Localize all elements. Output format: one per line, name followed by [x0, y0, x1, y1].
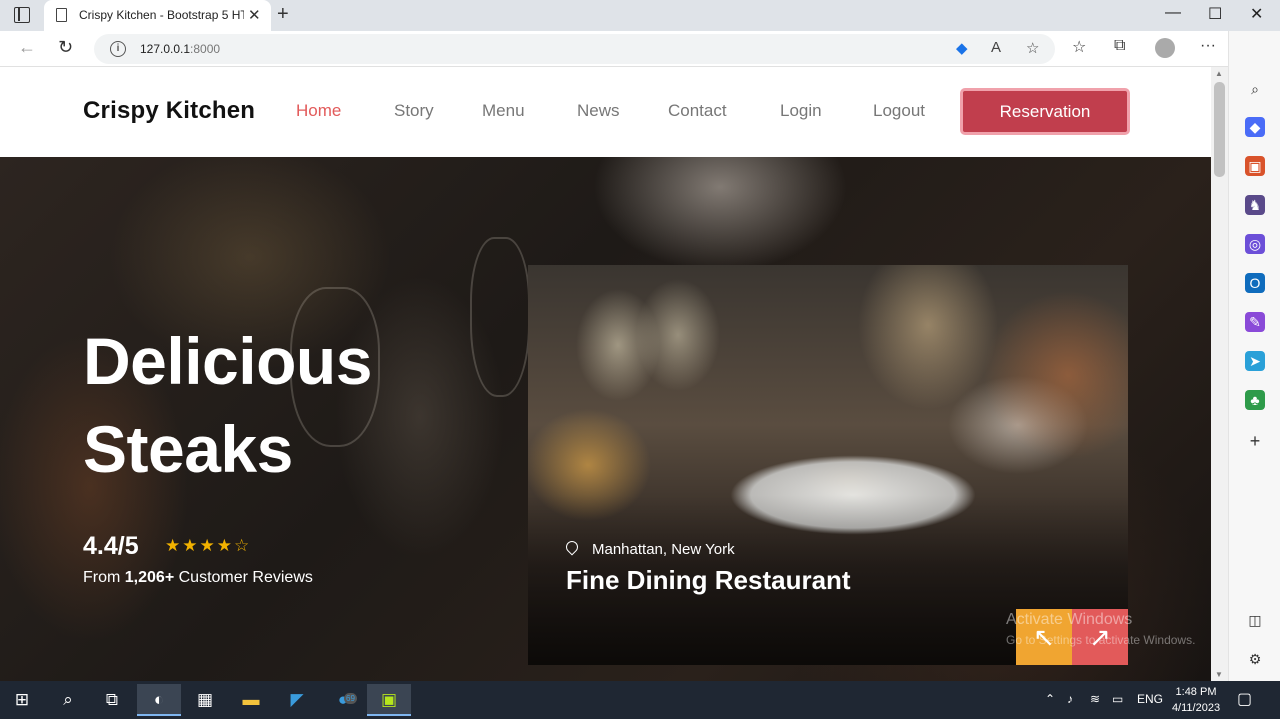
read-aloud-icon[interactable]: A: [991, 39, 1001, 56]
nav-menu[interactable]: Menu: [482, 101, 525, 121]
send-icon[interactable]: ➤: [1245, 351, 1265, 371]
back-icon[interactable]: ←: [18, 37, 36, 58]
search-taskbar-icon[interactable]: ⌕: [46, 684, 90, 716]
activate-windows-text: Go to Settings to activate Windows.: [1006, 633, 1196, 647]
settings-gear-icon[interactable]: ⚙: [1245, 649, 1265, 669]
maximize-button[interactable]: ☐: [1208, 4, 1222, 24]
reviews-text: From 1,206+ Customer Reviews: [83, 569, 313, 586]
notification-badge: 69: [344, 693, 357, 704]
nav-login[interactable]: Login: [780, 101, 822, 121]
notifications-icon[interactable]: ▢: [1237, 689, 1252, 709]
search-icon[interactable]: ⌕: [1245, 79, 1265, 99]
browser-titlebar: Crispy Kitchen - Bootstrap 5 HTML ✕ + — …: [0, 0, 1280, 31]
address-bar: ← ↻ i 127.0.0.1:8000 ◆ A ☆ ☆ ⧉ ··· b: [0, 31, 1280, 67]
start-icon[interactable]: ⊞: [0, 684, 44, 716]
games-icon[interactable]: ♞: [1245, 195, 1265, 215]
site-info-icon[interactable]: i: [110, 41, 126, 57]
tab-actions-icon[interactable]: [14, 7, 30, 23]
edge-sidebar: ⌕ ◆ ▣ ♞ ◎ O ✎ ➤ ♣ + ◫ ⚙: [1228, 31, 1280, 681]
windows-taskbar: ⊞ ⌕ ⧉ ◐ ▦ ▬ ◤ ● 69 ▣ ⌃ ♪ ≋ ▭ ENG 1:48 PM …: [0, 681, 1280, 719]
card-title: Fine Dining Restaurant: [566, 565, 851, 595]
nav-story[interactable]: Story: [394, 101, 434, 121]
volume-icon[interactable]: ♪: [1067, 692, 1073, 706]
nav-contact[interactable]: Contact: [668, 101, 727, 121]
brand-logo[interactable]: Crispy Kitchen: [83, 97, 255, 125]
scroll-up-icon[interactable]: ▲: [1215, 69, 1223, 78]
task-view-icon[interactable]: ⧉: [90, 684, 134, 716]
designer-icon[interactable]: ✎: [1245, 312, 1265, 332]
file-explorer-icon[interactable]: ▬: [229, 684, 273, 716]
pycharm-icon[interactable]: ▣: [367, 684, 411, 716]
refresh-icon[interactable]: ↻: [58, 37, 73, 58]
split-screen-icon[interactable]: ◫: [1245, 610, 1265, 630]
scroll-down-icon[interactable]: ▼: [1215, 670, 1223, 679]
favorites-icon[interactable]: ☆: [1072, 37, 1086, 57]
activate-windows-title: Activate Windows: [1006, 611, 1133, 628]
outlook-icon[interactable]: O: [1245, 273, 1265, 293]
microsoft365-icon[interactable]: ◎: [1245, 234, 1265, 254]
page-scrollbar[interactable]: ▲ ▼: [1211, 67, 1228, 681]
url-input[interactable]: i 127.0.0.1:8000 ◆ A ☆: [94, 34, 1055, 64]
nav-news[interactable]: News: [577, 101, 620, 121]
show-hidden-icons[interactable]: ⌃: [1045, 692, 1055, 706]
vscode-icon[interactable]: ◤: [275, 684, 319, 716]
scroll-thumb[interactable]: [1214, 82, 1225, 177]
hero-title: Delicious Steaks: [83, 324, 372, 486]
site-navbar: Crispy Kitchen Home Story Menu News Cont…: [0, 67, 1211, 157]
rating-stars: ★★★★☆: [165, 536, 252, 555]
store-icon[interactable]: ▦: [183, 684, 227, 716]
coupon-tag-icon[interactable]: ◆: [956, 39, 968, 57]
profile-avatar[interactable]: [1155, 38, 1175, 58]
hero-section: Delicious Steaks 4.4/5 ★★★★☆ From 1,206+…: [0, 157, 1211, 681]
nav-home[interactable]: Home: [296, 101, 341, 121]
featured-photo-card: Manhattan, New York Fine Dining Restaura…: [528, 265, 1128, 665]
close-window-button[interactable]: ✕: [1250, 4, 1263, 24]
collections-icon[interactable]: ⧉: [1114, 37, 1125, 55]
battery-icon[interactable]: ▭: [1112, 692, 1123, 706]
new-tab-button[interactable]: +: [277, 3, 289, 26]
shopping-icon[interactable]: ◆: [1245, 117, 1265, 137]
app-with-badge-icon[interactable]: ● 69: [321, 684, 365, 716]
browser-tab[interactable]: Crispy Kitchen - Bootstrap 5 HTML ✕: [44, 0, 271, 31]
url-text: 127.0.0.1:8000: [140, 42, 221, 56]
tab-title: Crispy Kitchen - Bootstrap 5 HTML: [79, 8, 244, 22]
tab-close-icon[interactable]: ✕: [248, 6, 261, 24]
rating-score: 4.4/5: [83, 532, 139, 560]
more-menu-icon[interactable]: ···: [1200, 37, 1216, 55]
card-location: Manhattan, New York: [592, 541, 735, 558]
language-indicator[interactable]: ENG: [1137, 692, 1163, 706]
edge-taskbar-icon[interactable]: ◐: [137, 684, 181, 716]
clock[interactable]: 1:48 PM 4/11/2023: [1164, 684, 1228, 716]
tree-icon[interactable]: ♣: [1245, 390, 1265, 410]
page-icon: [56, 8, 67, 22]
nav-logout[interactable]: Logout: [873, 101, 925, 121]
favorite-star-icon[interactable]: ☆: [1026, 39, 1039, 57]
tools-icon[interactable]: ▣: [1245, 156, 1265, 176]
wifi-icon[interactable]: ≋: [1090, 692, 1100, 706]
add-icon[interactable]: +: [1245, 431, 1265, 451]
reservation-button[interactable]: Reservation: [960, 88, 1130, 135]
minimize-button[interactable]: —: [1165, 4, 1181, 22]
